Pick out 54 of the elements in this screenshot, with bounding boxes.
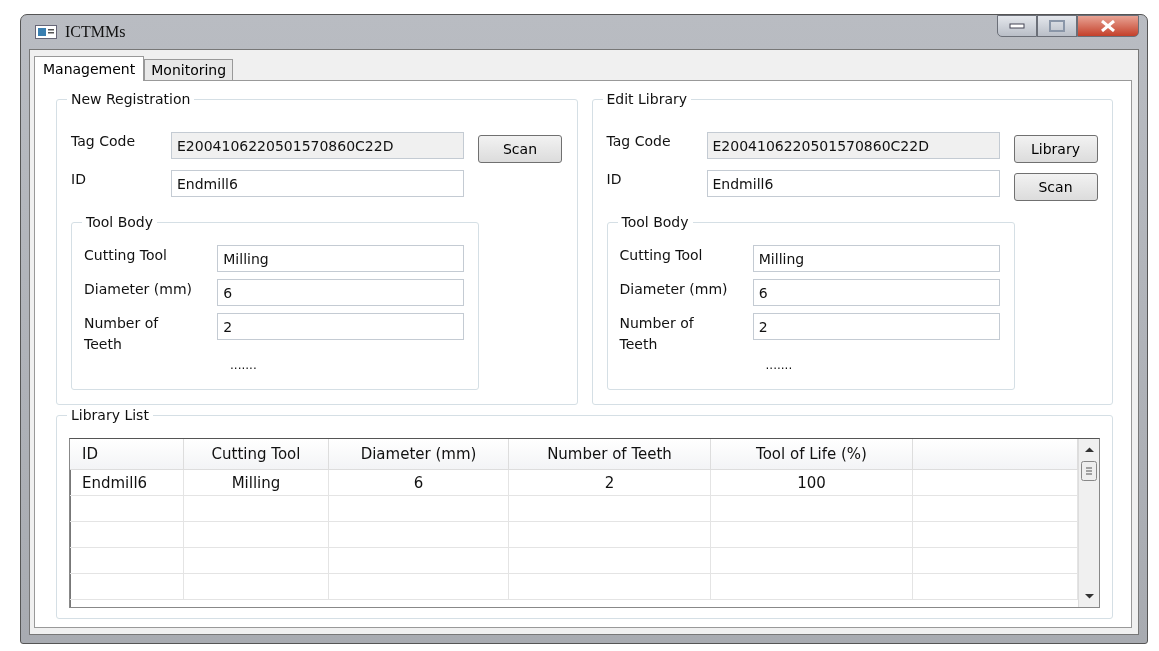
ellipsis-text: ....... (765, 358, 794, 372)
field-label: ID (71, 170, 87, 187)
scroll-down-icon (1084, 593, 1094, 599)
group-title: Edit Library (602, 90, 691, 108)
text-field[interactable]: 6 (752, 279, 1000, 306)
action-button[interactable]: Scan (478, 135, 562, 163)
group-title: Tool Body (82, 213, 157, 231)
text-field[interactable]: 2 (217, 313, 464, 340)
window-title: ICTMMs (65, 23, 126, 41)
field-label: Tag Code (71, 132, 136, 149)
maximize-button[interactable] (1037, 15, 1077, 37)
text-field[interactable]: Milling (752, 245, 1000, 272)
column-header[interactable]: Tool of Life (%) (711, 439, 913, 469)
column-header[interactable]: Cutting Tool (184, 439, 329, 469)
text-field[interactable]: 6 (217, 279, 464, 306)
minimize-icon (1009, 23, 1025, 29)
group-title: New Registration (67, 90, 195, 108)
field-label: Diameter (mm) (619, 280, 729, 299)
ellipsis-text: ....... (230, 358, 258, 372)
scrollbar[interactable] (1078, 439, 1099, 607)
text-field[interactable]: 2 (752, 313, 1000, 340)
action-button[interactable]: Scan (1013, 173, 1098, 201)
text-field[interactable]: Endmill6 (706, 170, 1000, 197)
group-title: Library List (67, 406, 153, 424)
table-cell: 2 (509, 470, 711, 495)
field-label: ID (606, 170, 623, 187)
close-icon (1100, 20, 1116, 32)
scroll-up-icon (1084, 447, 1094, 453)
text-field[interactable]: Milling (217, 245, 464, 272)
close-button[interactable] (1077, 15, 1139, 37)
column-header[interactable]: ID (70, 439, 184, 469)
text-field[interactable]: Endmill6 (171, 170, 464, 197)
tab[interactable]: Monitoring (144, 59, 234, 80)
field-label: Diameter (mm) (84, 280, 193, 299)
action-button[interactable]: Library (1013, 135, 1098, 163)
field-label: Cutting Tool (619, 246, 704, 265)
window-icon (35, 25, 57, 39)
field-label: Number of Teeth (84, 314, 160, 354)
text-field[interactable]: E2004106220501570860C22D (706, 132, 1000, 159)
maximize-icon (1049, 20, 1065, 32)
column-header[interactable]: Diameter (mm) (329, 439, 509, 469)
column-header[interactable]: Number of Teeth (509, 439, 711, 469)
table-cell: 6 (329, 470, 509, 495)
tab[interactable]: Management (34, 56, 145, 81)
field-label: Tag Code (606, 132, 672, 149)
table-cell: 100 (711, 470, 913, 495)
text-field[interactable]: E2004106220501570860C22D (171, 132, 464, 159)
table-cell: Endmill6 (70, 470, 184, 495)
table-cell: Milling (184, 470, 329, 495)
scroll-thumb-icon (1081, 461, 1097, 481)
minimize-button[interactable] (997, 15, 1037, 37)
group-title: Tool Body (617, 213, 693, 231)
field-label: Cutting Tool (84, 246, 168, 265)
field-label: Number of Teeth (619, 314, 695, 354)
